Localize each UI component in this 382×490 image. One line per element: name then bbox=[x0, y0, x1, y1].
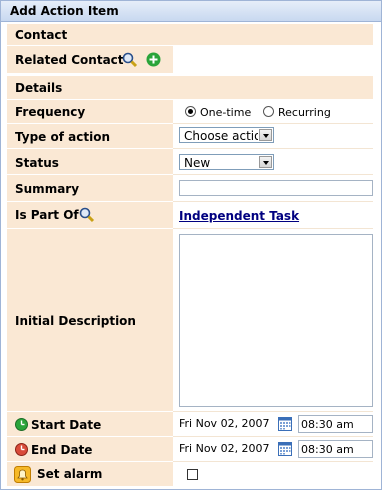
summary-label: Summary bbox=[15, 182, 80, 196]
is-part-of-field: Independent Task bbox=[173, 202, 373, 229]
calendar-icon[interactable] bbox=[278, 442, 292, 456]
summary-field bbox=[173, 175, 373, 202]
section-details-label: Details bbox=[15, 81, 63, 95]
row-initial-description: Initial Description bbox=[7, 229, 173, 412]
summary-input[interactable] bbox=[179, 180, 373, 196]
end-date-label: End Date bbox=[31, 443, 93, 457]
set-alarm-checkbox[interactable] bbox=[187, 469, 198, 480]
initial-description-label: Initial Description bbox=[15, 314, 136, 328]
row-type-of-action: Type of action bbox=[7, 124, 173, 149]
is-part-of-label: Is Part Of bbox=[15, 208, 79, 222]
search-icon[interactable] bbox=[122, 52, 138, 68]
type-of-action-value: Choose action bbox=[184, 129, 258, 143]
start-date-value[interactable]: Fri Nov 02, 2007 bbox=[179, 417, 270, 430]
frequency-label: Frequency bbox=[15, 105, 86, 119]
panel-title: Add Action Item bbox=[10, 4, 119, 18]
end-date-field: Fri Nov 02, 2007 08:30 am bbox=[173, 437, 373, 462]
row-frequency: Frequency bbox=[7, 100, 173, 124]
status-value: New bbox=[184, 156, 211, 170]
chevron-down-icon[interactable] bbox=[259, 156, 272, 168]
one-time-label: One-time bbox=[200, 106, 252, 119]
start-date-field: Fri Nov 02, 2007 08:30 am bbox=[173, 412, 373, 437]
initial-description-field bbox=[173, 229, 373, 412]
recurring-label: Recurring bbox=[278, 106, 331, 119]
green-clock-icon bbox=[15, 418, 28, 431]
search-icon[interactable] bbox=[79, 207, 95, 223]
calendar-icon[interactable] bbox=[278, 417, 292, 431]
section-contact-label: Contact bbox=[15, 28, 68, 42]
row-set-alarm: Set alarm bbox=[7, 462, 173, 487]
independent-task-link[interactable]: Independent Task bbox=[179, 209, 299, 223]
start-time-value: 08:30 am bbox=[301, 418, 354, 431]
type-of-action-field: Choose action bbox=[173, 124, 373, 149]
frequency-field: One-time Recurring bbox=[173, 100, 373, 124]
add-action-item-panel: Add Action Item Contact Related Contact … bbox=[0, 0, 382, 490]
row-related-contact: Related Contact bbox=[7, 46, 173, 74]
add-contact-icon[interactable] bbox=[146, 52, 161, 67]
end-date-value[interactable]: Fri Nov 02, 2007 bbox=[179, 442, 270, 455]
initial-description-textarea[interactable] bbox=[179, 234, 373, 407]
red-clock-icon bbox=[15, 443, 28, 456]
type-of-action-label: Type of action bbox=[15, 130, 110, 144]
row-summary: Summary bbox=[7, 175, 173, 202]
type-of-action-select[interactable]: Choose action bbox=[179, 127, 274, 143]
status-select[interactable]: New bbox=[179, 154, 274, 170]
radio-recurring[interactable] bbox=[263, 106, 274, 117]
set-alarm-label: Set alarm bbox=[37, 467, 103, 481]
set-alarm-field bbox=[173, 462, 373, 487]
row-end-date: End Date bbox=[7, 437, 173, 462]
related-contact-label: Related Contact bbox=[15, 53, 124, 67]
radio-one-time[interactable] bbox=[185, 106, 196, 117]
status-field: New bbox=[173, 149, 373, 175]
start-date-label: Start Date bbox=[31, 418, 102, 432]
panel-titlebar: Add Action Item bbox=[1, 1, 381, 22]
section-contact: Contact bbox=[7, 24, 373, 46]
chevron-down-icon[interactable] bbox=[259, 129, 272, 141]
alarm-bell-icon bbox=[14, 466, 31, 483]
start-time-input[interactable]: 08:30 am bbox=[298, 415, 373, 433]
row-start-date: Start Date bbox=[7, 412, 173, 437]
end-time-input[interactable]: 08:30 am bbox=[298, 440, 373, 458]
end-time-value: 08:30 am bbox=[301, 443, 354, 456]
status-label: Status bbox=[15, 156, 59, 170]
section-details: Details bbox=[7, 76, 373, 100]
row-is-part-of: Is Part Of bbox=[7, 202, 173, 229]
related-contact-value bbox=[173, 46, 373, 74]
row-status: Status bbox=[7, 149, 173, 175]
